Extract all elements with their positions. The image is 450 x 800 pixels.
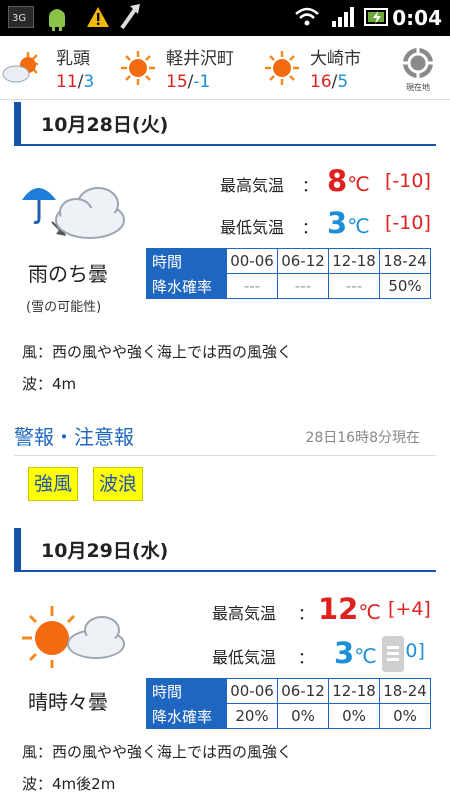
sun-icon [121, 51, 155, 85]
sun-cloud-icon [22, 606, 125, 668]
low-temp-label: 最低気温 [212, 648, 277, 667]
upload-icon [120, 4, 140, 30]
low-temp-label: 最低気温 [220, 218, 285, 237]
colon: ： [302, 176, 319, 195]
city-temps: 16/5 [310, 72, 349, 92]
weather-label: 晴時々曇 [28, 690, 108, 714]
crosshair-icon [403, 48, 433, 78]
low-temp-value: 3℃ [327, 206, 370, 240]
current-location-button[interactable]: 現在地 [398, 46, 438, 98]
high-temp-label: 最高気温 [212, 604, 277, 623]
current-location-label: 現在地 [406, 83, 430, 92]
warnings-title: 警報・注意報 [14, 425, 134, 449]
low-temp-value: 3℃ [334, 636, 377, 670]
city-item[interactable]: 大崎市 16/5 [264, 40, 394, 96]
status-bar: 3G 0:04 [0, 0, 450, 36]
day-header: 10月29日(水) [14, 528, 436, 572]
city-name: 乳頭 [56, 49, 90, 69]
day-header: 10月28日(火) [14, 102, 436, 146]
sun-icon [265, 51, 299, 85]
colon: ： [298, 648, 315, 667]
svg-text:3G: 3G [12, 13, 26, 24]
table-row: 降水確率 --- --- --- 50% [146, 273, 431, 299]
precipitation-table: 時間 00-06 06-12 12-18 18-24 降水確率 20% 0% 0% 0% [146, 678, 431, 729]
favorite-cities-bar: 乳頭 11/3 軽井沢町 15/-1 大崎市 16/5 現在地 [0, 36, 450, 100]
warning-badge-strong-wind[interactable]: 強風 [28, 467, 79, 501]
city-temps: 15/-1 [166, 72, 211, 92]
high-temp-diff: [+4] [388, 598, 431, 620]
wifi-icon [295, 7, 319, 26]
table-row: 降水確率 20% 0% 0% 0% [146, 703, 431, 729]
3g-data-icon: 3G [8, 6, 34, 28]
sun-cloud-icon [2, 52, 38, 83]
high-temp-diff: [-10] [385, 170, 431, 192]
city-item[interactable]: 乳頭 11/3 [2, 40, 132, 96]
city-name: 軽井沢町 [166, 49, 234, 69]
signal-icon [332, 7, 354, 27]
warning-icon [87, 7, 109, 27]
city-item[interactable]: 軽井沢町 15/-1 [120, 40, 270, 96]
warning-badge-high-waves[interactable]: 波浪 [93, 467, 144, 501]
low-temp-diff: [-10] [385, 212, 431, 234]
table-header-rain: 降水確率 [146, 703, 227, 729]
high-temp-value: 12℃ [318, 592, 381, 626]
wind-info: 風：西の風やや強く海上では西の風強く [22, 743, 293, 761]
clock: 0:04 [392, 6, 442, 30]
high-temp-label: 最高気温 [220, 176, 285, 195]
table-header-time: 時間 [146, 248, 227, 274]
weather-sublabel: (雪の可能性) [26, 300, 102, 315]
table-row: 時間 00-06 06-12 12-18 18-24 [146, 678, 431, 704]
battery-charging-icon [364, 8, 388, 26]
colon: ： [302, 218, 319, 237]
precipitation-table: 時間 00-06 06-12 12-18 18-24 降水確率 --- --- --- 50% [146, 248, 431, 299]
wave-info: 波：4m後2m [22, 775, 116, 793]
umbrella-cloud-icon [22, 187, 125, 239]
wave-info: 波：4m [22, 375, 77, 393]
high-temp-value: 8℃ [327, 164, 370, 198]
warnings-timestamp: 28日16時8分現在 [305, 430, 420, 446]
table-row: 時間 00-06 06-12 12-18 18-24 [146, 248, 431, 274]
table-header-time: 時間 [146, 678, 227, 704]
city-temps: 11/3 [56, 72, 95, 92]
table-header-rain: 降水確率 [146, 273, 227, 299]
divider [14, 455, 436, 456]
scroll-handle[interactable] [382, 636, 404, 672]
city-name: 大崎市 [310, 49, 361, 69]
colon: ： [298, 604, 315, 623]
wind-info: 風：西の風やや強く海上では西の風強く [22, 343, 293, 361]
weather-label: 雨のち曇 [28, 262, 108, 286]
android-icon [49, 9, 65, 31]
